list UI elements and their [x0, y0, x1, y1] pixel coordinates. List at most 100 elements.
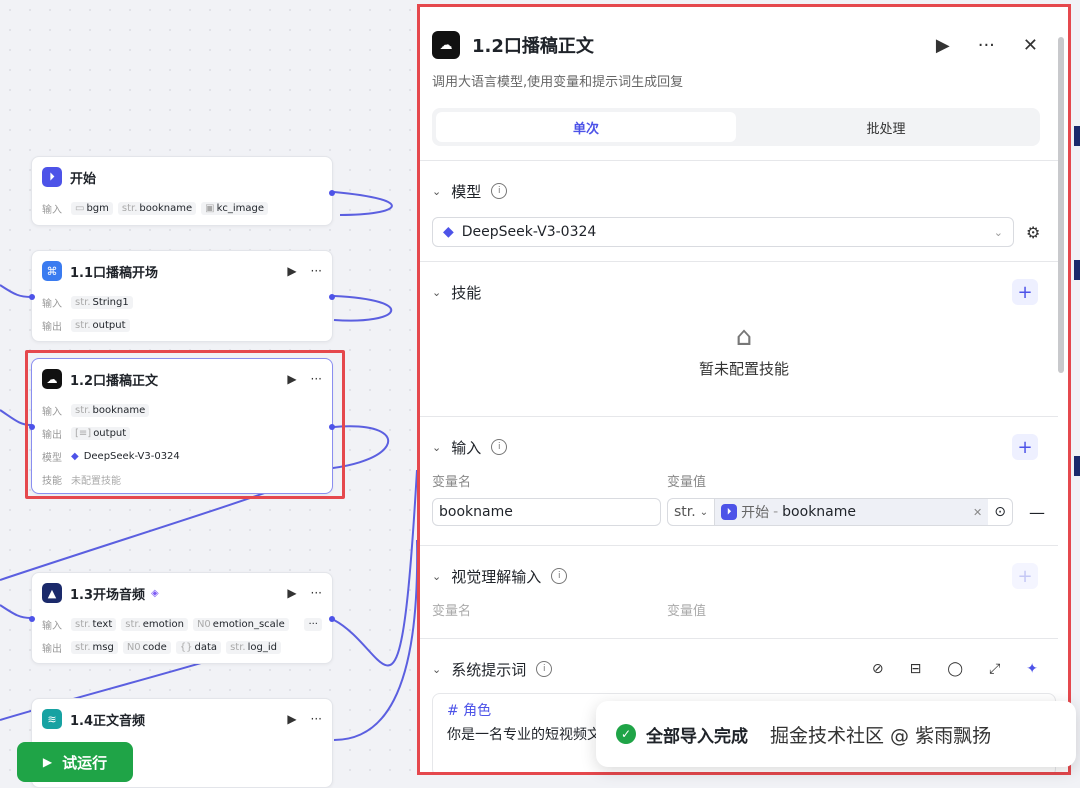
node-1-1[interactable]: ⌘ 1.1口播稿开场 ▶ ··· 输入 str. String1 输出 str. ou… — [29, 250, 335, 342]
section-title: 技能 — [451, 283, 482, 302]
side-thumbnail — [1074, 260, 1080, 280]
model-section: ⌄ 模型 i ◆ DeepSeek-V3-0324 ⌄ ⚙ — [420, 179, 1068, 247]
target-icon[interactable]: ⊙ — [988, 504, 1012, 520]
param-tag: str. String1 — [71, 295, 133, 309]
param-tag: N0 emotion_scale — [192, 617, 289, 631]
input-section: ⌄ 输入 i + 变量名 变量值 bookname str. ⌄ ⏵ 开始 - b… — [420, 434, 1068, 545]
output-port[interactable] — [329, 190, 335, 196]
panel-title: 1.2口播稿正文 — [472, 36, 594, 57]
output-port[interactable] — [329, 294, 335, 300]
type-select[interactable]: str. ⌄ — [668, 499, 716, 525]
compass-icon[interactable]: ⊘ — [872, 661, 884, 677]
vision-input-section: ⌄ 视觉理解输入 i + 变量名 变量值 — [420, 563, 1068, 638]
more-params-button[interactable]: ··· — [304, 617, 322, 631]
close-icon[interactable]: ✕ — [1023, 35, 1038, 56]
ref-var-name: bookname — [782, 504, 856, 520]
play-icon[interactable]: ▶ — [287, 712, 296, 726]
ref-node-name: 开始 — [741, 505, 770, 521]
param-tag: str. bookname — [117, 201, 197, 215]
chevron-down-icon: ⌄ — [993, 225, 1003, 239]
input-port[interactable] — [29, 616, 35, 622]
section-title: 模型 — [451, 182, 482, 201]
add-skill-button[interactable]: + — [1012, 279, 1038, 305]
var-value-header: 变量值 — [667, 475, 707, 490]
param-tag: str. emotion — [121, 617, 188, 631]
chevron-down-icon[interactable]: ⌄ — [432, 663, 441, 676]
chevron-down-icon[interactable]: ⌄ — [432, 441, 441, 454]
layers-node-icon: ≋ — [42, 709, 62, 729]
param-tag: ▣ kc_image — [201, 201, 269, 215]
info-icon[interactable]: i — [536, 661, 553, 677]
selection-highlight — [25, 350, 345, 499]
play-icon[interactable]: ▶ — [287, 586, 296, 600]
model-value: DeepSeek-V3-0324 — [461, 224, 597, 240]
panel-description: 调用大语言模型,使用变量和提示词生成回复 — [432, 75, 684, 90]
node-1-3[interactable]: ▲ 1.3开场音频 ◈ ▶ ··· 输入 str. text str. emotion… — [29, 572, 335, 664]
tab-batch[interactable]: 批处理 — [736, 112, 1036, 142]
param-tag: {} data — [175, 640, 222, 654]
start-node-icon: ⏵ — [721, 504, 738, 520]
param-tag: str. msg — [71, 640, 118, 654]
lightbulb-icon[interactable]: ◯ — [947, 661, 963, 677]
sparkle-icon[interactable]: ✦ — [1026, 661, 1038, 677]
expand-icon[interactable]: ⤢ — [989, 661, 1000, 677]
import-complete-toast: ✓ 全部导入完成 掘金技术社区 @ 紫雨飘扬 — [596, 701, 1076, 767]
gear-icon[interactable]: ⚙ — [1026, 223, 1040, 242]
param-tag: str. output — [71, 318, 130, 332]
more-icon[interactable]: ··· — [311, 712, 322, 726]
test-run-button[interactable]: ▶ 试运行 — [17, 742, 133, 782]
clear-icon[interactable]: ✕ — [973, 506, 982, 519]
play-icon: ▶ — [42, 755, 53, 769]
llm-node-icon: ☁ — [432, 31, 460, 59]
skills-section: ⌄ 技能 + ⌂ 暂未配置技能 — [420, 279, 1068, 416]
more-icon[interactable]: ··· — [978, 35, 995, 56]
folder-icon: ▭ — [75, 202, 85, 214]
add-vision-input-button[interactable]: + — [1012, 563, 1038, 589]
info-icon[interactable]: i — [551, 568, 568, 584]
audio-node-icon: ▲ — [42, 583, 62, 603]
node-start[interactable]: ⏵ 开始 输入 ▭ bgm str. bookname ▣ kc_image — [31, 156, 335, 226]
add-input-button[interactable]: + — [1012, 434, 1038, 460]
section-title: 视觉理解输入 — [451, 567, 542, 586]
output-port[interactable] — [329, 616, 335, 622]
row-label: 输入 — [42, 620, 62, 632]
more-icon[interactable]: ··· — [311, 586, 322, 600]
empty-box-icon: ⌂ — [735, 322, 753, 352]
deepseek-icon: ◆ — [443, 224, 454, 240]
run-mode-tabs: 单次 批处理 — [432, 108, 1040, 146]
section-title: 输入 — [451, 438, 482, 457]
row-label: 输入 — [42, 298, 62, 310]
chevron-down-icon[interactable]: ⌄ — [432, 570, 441, 583]
input-port[interactable] — [29, 294, 35, 300]
var-name-header: 变量名 — [432, 604, 472, 619]
var-name-input[interactable]: bookname — [432, 498, 661, 526]
node-title: 开始 — [70, 171, 97, 187]
row-label: 输入 — [42, 204, 62, 216]
var-name-header: 变量名 — [432, 475, 472, 490]
tab-single[interactable]: 单次 — [436, 112, 736, 142]
node-title: 1.1口播稿开场 — [70, 265, 159, 281]
model-select[interactable]: ◆ DeepSeek-V3-0324 ⌄ — [432, 217, 1014, 247]
more-icon[interactable]: ··· — [311, 264, 322, 278]
var-value-reference[interactable]: str. ⌄ ⏵ 开始 - bookname ✕ ⊙ — [667, 498, 1013, 526]
library-icon[interactable]: ⊟ — [910, 661, 922, 677]
node-title: 1.3开场音频 — [70, 587, 146, 603]
play-icon[interactable]: ▶ — [287, 264, 296, 278]
chevron-down-icon[interactable]: ⌄ — [432, 286, 441, 299]
row-label: 输出 — [42, 321, 62, 333]
check-circle-icon: ✓ — [616, 724, 636, 744]
info-icon[interactable]: i — [491, 439, 508, 455]
play-icon[interactable]: ▶ — [936, 35, 950, 56]
chevron-down-icon[interactable]: ⌄ — [432, 185, 441, 198]
start-node-icon: ⏵ — [42, 167, 62, 187]
remove-icon[interactable]: — — [1029, 503, 1045, 522]
chevron-down-icon: ⌄ — [699, 506, 709, 518]
param-tag: N0 code — [122, 640, 171, 654]
panel-scrollbar[interactable] — [1058, 37, 1064, 373]
watermark: 掘金技术社区 @ 紫雨飘扬 — [770, 724, 992, 747]
info-icon[interactable]: i — [491, 183, 508, 199]
node-config-panel: ☁ 1.2口播稿正文 ▶ ··· ✕ 调用大语言模型,使用变量和提示词生成回复 … — [417, 4, 1071, 775]
param-tag: ▭ bgm — [71, 201, 113, 215]
toast-message: 全部导入完成 — [646, 726, 748, 747]
param-tag: str. log_id — [226, 640, 281, 654]
